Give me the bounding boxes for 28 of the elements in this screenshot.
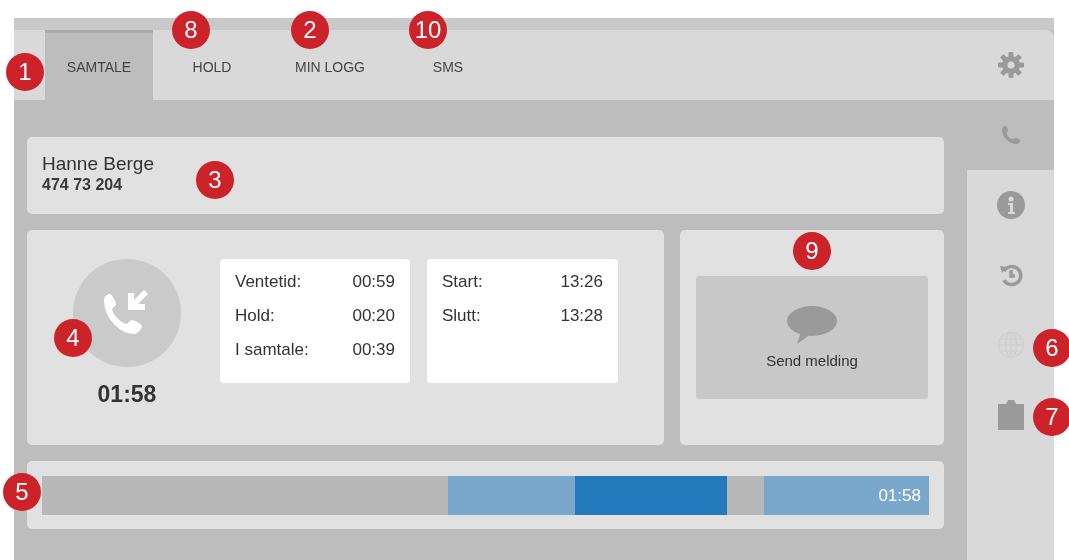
callout-badge: 5 — [3, 473, 41, 511]
time-value: 13:28 — [560, 305, 603, 327]
caller-name: Hanne Berge — [42, 153, 154, 175]
phone-icon — [999, 124, 1022, 146]
callout-badge: 10 — [409, 11, 447, 49]
time-label: Ventetid: — [235, 271, 303, 293]
callout-badge: 1 — [6, 53, 44, 91]
speech-bubble-icon — [787, 306, 837, 344]
time-value: 00:39 — [352, 339, 395, 361]
time-label: Hold: — [235, 305, 276, 327]
time-label: Slutt: — [442, 305, 482, 327]
info-icon — [997, 191, 1025, 219]
sidebar-item[interactable] — [967, 100, 1054, 170]
callout-badge: 8 — [172, 11, 210, 49]
time-label: Start: — [442, 271, 484, 293]
caller-number: 474 73 204 — [42, 175, 123, 194]
clipboard-icon — [998, 400, 1024, 430]
time-value: 00:59 — [352, 271, 395, 293]
tab[interactable]: SAMTALE — [45, 30, 153, 100]
segment-time: 01:58 — [878, 485, 922, 506]
settings-icon[interactable] — [997, 52, 1024, 78]
send-message-button[interactable]: Send melding — [696, 276, 928, 399]
time-value: 00:20 — [352, 305, 395, 327]
history-icon — [998, 262, 1024, 288]
callout-badge: 2 — [291, 11, 329, 49]
time-label: I samtale: — [235, 339, 310, 361]
time-value: 13:26 — [560, 271, 603, 293]
call-duration: 01:58 — [97, 381, 157, 408]
